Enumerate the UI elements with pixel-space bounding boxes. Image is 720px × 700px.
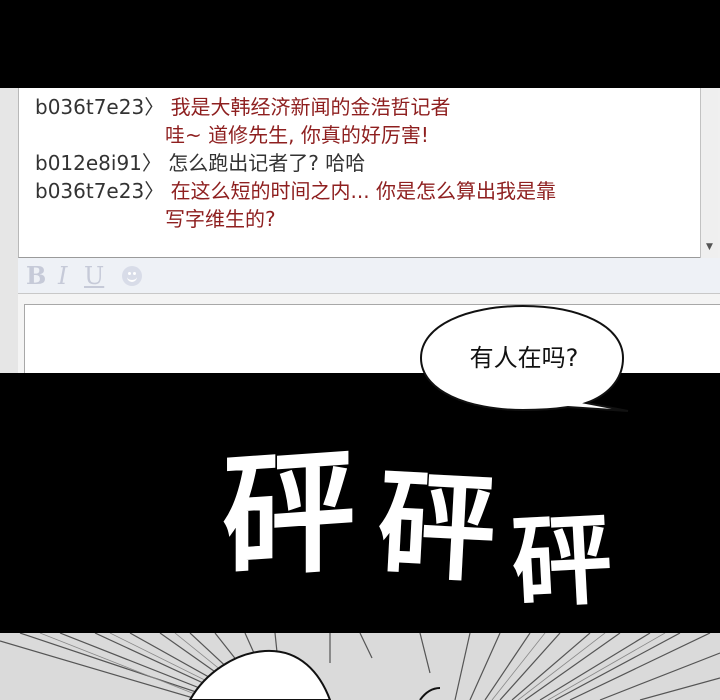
chat-message-continuation: 哇~ 道修先生, 你真的好厉害! bbox=[165, 123, 429, 147]
chat-log: b036t7e23〉 我是大韩经济新闻的金浩哲记者 哇~ 道修先生, 你真的好厉… bbox=[18, 88, 700, 258]
sound-effect-bang: 砰 bbox=[508, 500, 615, 623]
chat-username: b036t7e23〉 bbox=[35, 95, 165, 119]
chat-message: b012e8i91〉 怎么跑出记者了? 哈哈 bbox=[35, 150, 365, 176]
chat-message-text: 我是大韩经济新闻的金浩哲记者 bbox=[170, 95, 451, 119]
bold-button[interactable]: B bbox=[26, 262, 46, 290]
comic-page: b036t7e23〉 我是大韩经济新闻的金浩哲记者 哇~ 道修先生, 你真的好厉… bbox=[0, 0, 720, 700]
chat-message-text: 在这么短的时间之内... 你是怎么算出我是靠 bbox=[170, 179, 556, 203]
chat-message: b036t7e23〉 我是大韩经济新闻的金浩哲记者 bbox=[35, 94, 451, 120]
chat-scrollbar[interactable]: ▼ bbox=[700, 88, 718, 258]
speech-bubble-text: 有人在吗? bbox=[469, 344, 579, 372]
format-toolbar: B I U bbox=[18, 258, 720, 294]
top-black-band bbox=[0, 0, 720, 88]
smiley-mouth bbox=[127, 275, 137, 282]
sound-effect-bang: 砰 bbox=[222, 432, 356, 598]
chat-username: b036t7e23〉 bbox=[35, 179, 165, 203]
sound-effect-bang: 砰 bbox=[374, 455, 500, 599]
smiley-icon[interactable] bbox=[122, 266, 142, 286]
chat-message-text: 怎么跑出记者了? 哈哈 bbox=[168, 151, 366, 175]
speed-line-panel bbox=[0, 633, 720, 700]
chat-message: b036t7e23〉 在这么短的时间之内... 你是怎么算出我是靠 bbox=[35, 178, 556, 204]
window-left-edge bbox=[0, 88, 19, 373]
scroll-down-arrow-icon[interactable]: ▼ bbox=[703, 241, 716, 254]
speed-lines bbox=[0, 633, 720, 700]
italic-button[interactable]: I bbox=[58, 262, 67, 290]
chat-message-continuation: 写字维生的? bbox=[165, 207, 276, 231]
speech-bubble: 有人在吗? bbox=[418, 303, 629, 418]
chat-username: b012e8i91〉 bbox=[35, 151, 162, 175]
underline-button[interactable]: U bbox=[84, 262, 104, 290]
